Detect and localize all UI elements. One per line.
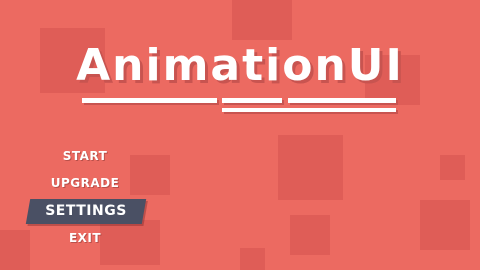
bg-square bbox=[278, 135, 343, 200]
menu-settings-button[interactable]: SETTINGS bbox=[28, 203, 144, 219]
logo-underline bbox=[82, 98, 217, 103]
logo-underline bbox=[222, 98, 282, 103]
menu-upgrade-button[interactable]: UPGRADE bbox=[40, 176, 130, 190]
bg-square bbox=[0, 230, 30, 270]
logo-underline bbox=[288, 98, 396, 103]
logo-underline bbox=[222, 108, 396, 112]
bg-square bbox=[440, 155, 465, 180]
bg-square bbox=[232, 0, 292, 40]
menu-exit-button[interactable]: EXIT bbox=[40, 231, 130, 245]
game-logo-title: AnimationUI bbox=[76, 40, 404, 91]
bg-square bbox=[240, 248, 265, 270]
bg-square bbox=[290, 215, 330, 255]
menu-start-button[interactable]: START bbox=[40, 149, 130, 163]
bg-square bbox=[130, 155, 170, 195]
bg-square bbox=[420, 200, 470, 250]
